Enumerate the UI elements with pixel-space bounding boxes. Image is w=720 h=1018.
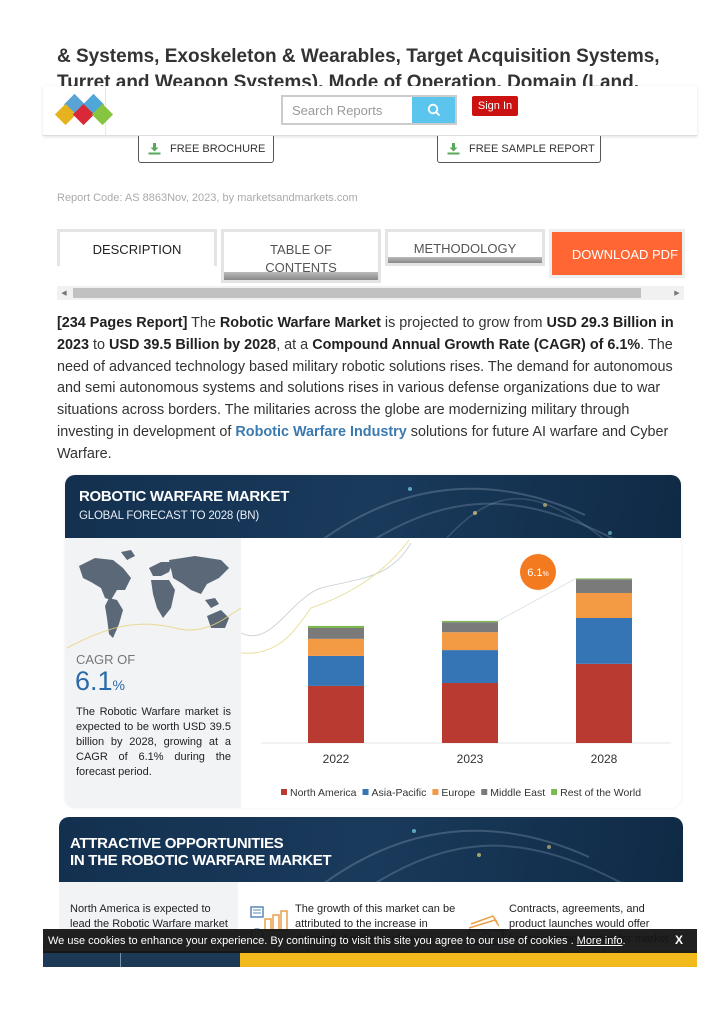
opportunities-title-line-2: IN THE ROBOTIC WARFARE MARKET <box>70 852 332 869</box>
opportunities-title-line-1: ATTRACTIVE OPPORTUNITIES <box>70 835 284 852</box>
cagr-value: 6.1% <box>75 666 125 697</box>
legend-swatch <box>481 789 488 795</box>
legend-swatch <box>551 789 558 795</box>
trend-line-decoration <box>241 542 412 637</box>
bar-segment-2028-europe <box>576 593 632 618</box>
legend-swatch <box>362 789 369 795</box>
cagr-statement: Compound Annual Growth Rate (CAGR) of 6.… <box>312 336 641 353</box>
robotic-warfare-industry-link[interactable]: Robotic Warfare Industry <box>235 424 406 440</box>
bar-segment-2023-middle-east <box>442 622 498 633</box>
scroll-right-arrow-icon[interactable]: ▶ <box>670 286 684 300</box>
search-icon <box>427 103 440 117</box>
site-header: Sign In <box>43 86 697 136</box>
legend-label: North America <box>290 787 357 799</box>
infographic-header: ROBOTIC WARFARE MARKET GLOBAL FORECAST T… <box>65 475 681 538</box>
cookie-close-button[interactable]: X <box>675 933 683 947</box>
free-sample-report-label: FREE SAMPLE REPORT <box>469 143 595 155</box>
bar-segment-2023-europe <box>442 632 498 651</box>
logo-cell <box>43 86 114 136</box>
legend-label: Rest of the World <box>560 787 641 799</box>
cagr-unit: % <box>112 677 125 693</box>
bar-segment-2023-rest-of-the-world <box>442 620 498 623</box>
cagr-bubble-unit: % <box>543 571 549 578</box>
bar-segment-2028-north-america <box>576 663 632 743</box>
download-icon <box>148 143 161 155</box>
free-sample-report-button[interactable]: FREE SAMPLE REPORT <box>437 136 601 163</box>
bar-segment-2023-north-america <box>442 683 498 743</box>
search-input[interactable] <box>283 97 412 123</box>
market-forecast-chart: 2022 2023 20286.1%North America Asia-Pacifi… <box>241 539 671 799</box>
legend-label: Middle East <box>490 787 545 799</box>
desc-text: The <box>187 315 220 331</box>
page-count: [234 Pages Report] <box>57 315 188 331</box>
header-light-trails-decoration <box>323 487 614 538</box>
report-description: [234 Pages Report] The Robotic Warfare M… <box>57 313 687 466</box>
search-box <box>281 95 457 125</box>
x-tick-label: 2028 <box>591 752 618 766</box>
bar-segment-2022-rest-of-the-world <box>308 625 364 628</box>
legend-swatch <box>281 789 287 795</box>
tab-table-of-contents[interactable]: TABLE OF CONTENTS <box>221 229 381 283</box>
tab-table-of-contents-line-1: TABLE OF <box>270 242 332 257</box>
bar-segment-2028-rest-of-the-world <box>576 578 632 580</box>
tab-methodology[interactable]: METHODOLOGY <box>385 229 545 266</box>
bar-segment-2028-asia-pacific <box>576 618 632 664</box>
x-tick-label: 2023 <box>457 752 484 766</box>
tab-description[interactable]: DESCRIPTION <box>57 229 217 266</box>
tab-table-of-contents-line-2: CONTENTS <box>265 260 337 275</box>
desc-text: is projected to grow from <box>380 315 547 331</box>
tabs-horizontal-scrollbar[interactable]: ◀ ▶ <box>57 286 684 300</box>
opportunities-title: ATTRACTIVE OPPORTUNITIES IN THE ROBOTIC … <box>70 835 332 869</box>
legend-label: Europe <box>441 787 475 799</box>
infographic-subtitle: GLOBAL FORECAST TO 2028 (BN) <box>79 510 259 522</box>
bar-segment-2022-asia-pacific <box>308 655 364 686</box>
desc-text: , at a <box>276 336 313 353</box>
infographic-summary: The Robotic Warfare market is expected t… <box>76 706 231 778</box>
desc-text: to <box>89 336 110 353</box>
infographic-bottom-strip <box>43 951 697 967</box>
page-title-line-1: & Systems, Exoskeleton & Wearables, Targ… <box>57 46 660 67</box>
cagr-label: CAGR OF <box>76 652 136 667</box>
report-meta: Report Code: AS 8863Nov, 2023, by market… <box>57 192 358 204</box>
x-tick-label: 2022 <box>323 752 350 766</box>
marketsandmarkets-logo[interactable] <box>54 93 117 126</box>
bar-segment-2022-europe <box>308 638 364 656</box>
legend-label: Asia-Pacific <box>372 787 427 799</box>
report-tabs: DESCRIPTION TABLE OF CONTENTS METHODOLOG… <box>57 229 685 283</box>
download-icon <box>447 143 460 155</box>
market-name: Robotic Warfare Market <box>219 315 381 331</box>
bar-segment-2023-asia-pacific <box>442 650 498 683</box>
cookie-period: . <box>622 935 626 947</box>
world-map-icon <box>66 550 241 649</box>
scroll-left-arrow-icon[interactable]: ◀ <box>57 286 71 300</box>
cookie-text: We use cookies to enhance your experienc… <box>48 935 574 947</box>
legend-swatch <box>432 789 439 795</box>
free-brochure-button[interactable]: FREE BROCHURE <box>138 136 274 163</box>
free-brochure-label: FREE BROCHURE <box>170 143 266 155</box>
scrollbar-thumb[interactable] <box>73 288 641 298</box>
strip-navy-segment <box>43 951 240 967</box>
infographic-summary-panel: CAGR OF 6.1% The Robotic Warfare market … <box>65 538 241 808</box>
bar-segment-2022-middle-east <box>308 628 364 639</box>
bar-segment-2022-north-america <box>308 685 364 743</box>
cookie-banner: We use cookies to enhance your experienc… <box>43 929 697 953</box>
strip-yellow-segment <box>240 951 697 967</box>
search-button[interactable] <box>412 97 455 123</box>
sign-in-button[interactable]: Sign In <box>472 96 518 116</box>
cagr-number: 6.1 <box>75 666 113 696</box>
infographic-title: ROBOTIC WARFARE MARKET <box>79 488 290 505</box>
download-pdf-button[interactable]: DOWNLOAD PDF <box>549 229 685 278</box>
opportunities-header: ATTRACTIVE OPPORTUNITIES IN THE ROBOTIC … <box>59 817 683 882</box>
cookie-more-info-link[interactable]: More info <box>577 935 623 947</box>
bar-segment-2028-middle-east <box>576 579 632 593</box>
market-forecast-infographic: ROBOTIC WARFARE MARKET GLOBAL FORECAST T… <box>65 475 681 808</box>
opportunity-item: North America is expected to lead the Ro… <box>70 903 228 930</box>
market-size-2028: USD 39.5 Billion by 2028 <box>109 336 277 353</box>
